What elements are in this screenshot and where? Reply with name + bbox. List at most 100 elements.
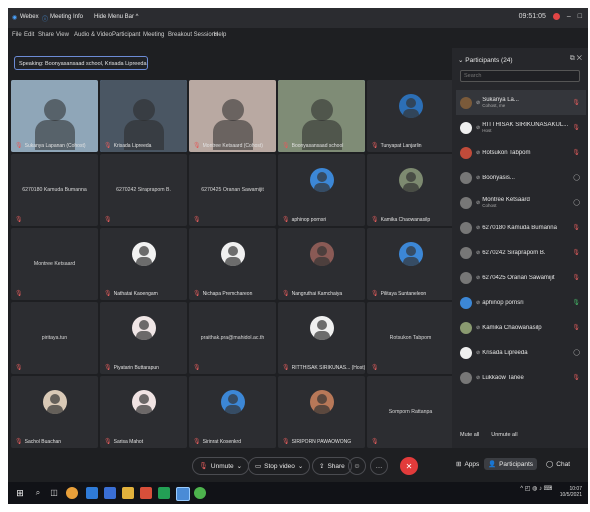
menu-audio-video[interactable]: Audio & Video <box>74 32 112 38</box>
participant-list-item[interactable]: ⊘ Kamika Chaowanasilp 🎙 <box>456 315 586 340</box>
participant-list-item[interactable]: ⊘ Krisada Lipreeda ◯ <box>456 340 586 365</box>
unmute-all-button[interactable]: Unmute all <box>491 432 517 438</box>
video-tile[interactable]: 🎙 Nangruthai Kamchaiya <box>278 228 365 300</box>
menu-view[interactable]: View <box>56 32 69 38</box>
minimize-button[interactable]: – <box>567 13 571 20</box>
task-view-icon[interactable]: ◫ <box>48 487 60 499</box>
muted-mic-icon[interactable]: 🎙 <box>572 374 580 381</box>
edge-icon[interactable] <box>86 487 98 499</box>
video-tile[interactable]: 🎙 SIRIPORN PAWAOWONG <box>278 376 365 448</box>
line-icon[interactable] <box>158 487 170 499</box>
video-tile[interactable]: 🎙 Nichapa Premchareon <box>189 228 276 300</box>
muted-mic-icon[interactable]: 🎙 <box>572 124 580 131</box>
video-off-icon: ⊘ <box>476 274 481 281</box>
mute-all-button[interactable]: Mute all <box>460 432 479 438</box>
muted-mic-icon[interactable]: 🎙 <box>572 274 580 281</box>
status-icon[interactable]: ◯ <box>573 199 580 206</box>
unmute-button[interactable]: 🎙 Unmute ⌄ <box>192 457 250 475</box>
mic-on-icon[interactable]: 🎙 <box>572 299 580 306</box>
muted-mic-icon: 🎙 <box>104 217 112 223</box>
participant-name: Kamika Chaowanasilp <box>482 324 542 331</box>
stop-video-button[interactable]: ▭ Stop video ⌄ <box>248 457 311 475</box>
video-tile[interactable]: 🎙 Kamika Chaowanasilp <box>367 154 454 226</box>
participant-search-input[interactable] <box>460 70 580 82</box>
apps-button[interactable]: ⊞ Apps <box>456 460 479 469</box>
participant-list-item[interactable]: ⊘ Rotsukon Tabpom 🎙 <box>456 140 586 165</box>
file-explorer-icon[interactable] <box>122 487 134 499</box>
smile-icon: ☺ <box>353 462 361 470</box>
windows-start-icon[interactable]: ⊞ <box>14 487 26 499</box>
video-tile[interactable]: 🎙 Montree Ketsaard <box>11 228 98 300</box>
menu-share[interactable]: Share <box>38 32 54 38</box>
search-icon[interactable]: ⌕ <box>32 487 44 499</box>
chat-button[interactable]: ◯ Chat <box>546 460 570 469</box>
video-tile[interactable]: 🎙 RITTHISAK SIRIKUNAS... (Host) <box>278 302 365 374</box>
video-tile[interactable]: 🎙 Somporn Rattanpa <box>367 376 454 448</box>
participant-list-item[interactable]: ⊘ Lukkaow Tanee 🎙 <box>456 365 586 390</box>
menu-file[interactable]: File <box>12 32 22 38</box>
webex-taskbar-icon[interactable] <box>176 487 190 501</box>
video-tile[interactable]: 🎙 piritaya.tun <box>11 302 98 374</box>
muted-mic-icon[interactable]: 🎙 <box>572 224 580 231</box>
video-tile[interactable]: 🎙 Sirinrat Kosenkrd <box>189 376 276 448</box>
video-tile[interactable]: 🎙 6270425 Oranan Sawamijit <box>189 154 276 226</box>
video-off-icon: ⊘ <box>476 124 481 131</box>
participant-list-item[interactable]: ⊘ 6270180 Kamuda Bumanna 🎙 <box>456 215 586 240</box>
person-figure-body <box>313 330 330 340</box>
muted-mic-icon[interactable]: 🎙 <box>572 324 580 331</box>
app-icon[interactable] <box>140 487 152 499</box>
participant-list-item[interactable]: ⊘ RITTHISAK SIRIKUNASAKUL... Host 🎙 <box>456 115 586 140</box>
close-panel-icon[interactable]: ⧉ ✕ <box>570 55 582 63</box>
video-tile[interactable]: 🎙 aphinop pornsri <box>278 154 365 226</box>
participant-list-item[interactable]: ⊘ 6270242 Siraprapom B. 🎙 <box>456 240 586 265</box>
reactions-button[interactable]: ☺ <box>348 457 366 475</box>
menu-participant[interactable]: Participant <box>112 32 140 38</box>
video-tile[interactable]: 🎙 Rotsukon Tabpom <box>367 302 454 374</box>
video-tile[interactable]: 🎙 Tunyapat Lanjarlin <box>367 80 454 152</box>
video-tile[interactable]: 🎙 Sachol Buachan <box>11 376 98 448</box>
chrome-icon[interactable] <box>66 487 78 499</box>
green-app-icon[interactable] <box>194 487 206 499</box>
participant-list-item[interactable]: ⊘ 6270425 Oranan Sawamijit 🎙 <box>456 265 586 290</box>
video-tile[interactable]: 🎙 Pilitaya Suntaneleon <box>367 228 454 300</box>
participant-list-item[interactable]: ⊘ Boonyasis... ◯ <box>456 165 586 190</box>
leave-meeting-button[interactable]: ✕ <box>400 457 418 475</box>
menu-meeting[interactable]: Meeting <box>143 32 164 38</box>
video-grid: 🎙 Sukanya Lapanan (Cohost) 🎙 Krisada Lipree… <box>11 80 457 452</box>
hide-menu-bar-button[interactable]: Hide Menu Bar ^ <box>94 14 139 20</box>
video-tile[interactable]: 🎙 Montree Ketsaard (Cohost) <box>189 80 276 152</box>
meeting-info-button[interactable]: Meeting Info <box>50 14 83 20</box>
muted-mic-icon: 🎙 <box>193 291 201 297</box>
chevron-down-icon[interactable]: ⌄ <box>298 462 303 470</box>
more-options-button[interactable]: … <box>370 457 388 475</box>
menu-breakout-sessions[interactable]: Breakout Sessions <box>168 32 218 38</box>
store-icon[interactable] <box>104 487 116 499</box>
participant-list-item[interactable]: ⊘ aphinop pornsri 🎙 <box>456 290 586 315</box>
menu-help[interactable]: Help <box>214 32 226 38</box>
video-tile[interactable]: 🎙 Sarisa Mahot <box>100 376 187 448</box>
video-tile[interactable]: 🎙 Sukanya Lapanan (Cohost) <box>11 80 98 152</box>
participant-info: RITTHISAK SIRIKUNASAKUL... Host <box>482 122 586 133</box>
participants-button[interactable]: 👤 Participants <box>484 458 538 470</box>
status-icon[interactable]: ◯ <box>573 349 580 356</box>
video-tile[interactable]: 🎙 praithak.pra@mahidol.ac.th <box>189 302 276 374</box>
chevron-down-icon[interactable]: ⌄ <box>237 462 242 470</box>
video-tile[interactable]: 🎙 Boonyasansaad school <box>278 80 365 152</box>
share-button[interactable]: ⇪ Share <box>312 457 352 475</box>
video-tile[interactable]: 🎙 6270242 Siraprapom B. <box>100 154 187 226</box>
muted-mic-icon[interactable]: 🎙 <box>572 99 580 106</box>
muted-mic-icon[interactable]: 🎙 <box>572 249 580 256</box>
stop-video-label: Stop video <box>264 462 295 470</box>
maximize-button[interactable]: □ <box>578 13 582 20</box>
video-tile[interactable]: 🎙 6270180 Kamuda Bumanna <box>11 154 98 226</box>
video-tile[interactable]: 🎙 Piyatarin Buttarapun <box>100 302 187 374</box>
status-icon[interactable]: ◯ <box>573 174 580 181</box>
participant-list-item[interactable]: ⊘ Sukanya La... Cohost, me 🎙 <box>456 90 586 115</box>
video-tile[interactable]: 🎙 Krisada Lipreeda <box>100 80 187 152</box>
muted-mic-icon: 🎙 <box>193 143 201 149</box>
video-off-icon: ⊘ <box>476 374 481 381</box>
video-tile[interactable]: 🎙 Nathatai Kaoengam <box>100 228 187 300</box>
muted-mic-icon[interactable]: 🎙 <box>572 149 580 156</box>
participant-list-item[interactable]: ⊘ Montree Ketsaard Cohost ◯ <box>456 190 586 215</box>
menu-edit[interactable]: Edit <box>24 32 34 38</box>
